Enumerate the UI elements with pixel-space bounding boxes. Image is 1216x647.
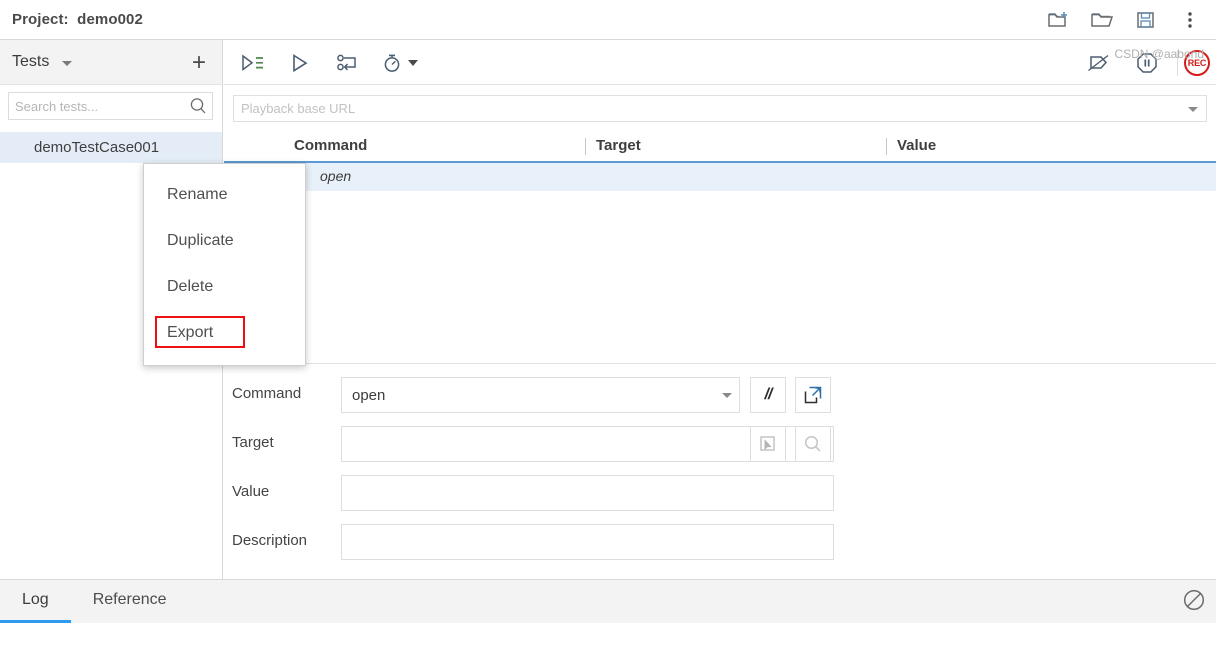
table-row[interactable]: open <box>224 163 1216 191</box>
playback-toolbar: REC <box>224 40 1216 85</box>
open-project-icon[interactable] <box>1080 0 1124 40</box>
label-target: Target <box>232 434 274 451</box>
column-header-target[interactable]: Target <box>596 137 641 154</box>
playback-base-url-input[interactable] <box>234 96 1174 121</box>
label-command: Command <box>232 385 302 402</box>
step-over-icon[interactable] <box>324 40 372 85</box>
column-header-value[interactable]: Value <box>897 137 936 154</box>
watermark: CSDN @aabond <box>1114 47 1204 61</box>
label-description: Description <box>232 532 308 549</box>
column-header-command[interactable]: Command <box>294 137 367 154</box>
more-options-icon[interactable] <box>1168 0 1212 40</box>
run-current-test-icon[interactable] <box>276 40 324 85</box>
title-bar: Project: demo002 <box>0 0 1216 40</box>
sidebar-header: Tests + <box>0 40 222 85</box>
bottom-panel: Log Reference <box>0 579 1216 647</box>
chevron-down-icon[interactable] <box>722 393 732 398</box>
test-context-menu: Rename Duplicate Delete Export <box>143 163 306 366</box>
page-title: Project: demo002 <box>12 11 143 28</box>
context-menu-item-delete[interactable]: Delete <box>144 264 305 310</box>
cell-command: open <box>320 168 352 184</box>
search-tests-container <box>8 92 213 120</box>
command-input[interactable] <box>341 377 740 413</box>
title-bar-actions <box>1036 0 1212 40</box>
select-target-button[interactable] <box>750 426 786 462</box>
save-project-icon[interactable] <box>1124 0 1168 40</box>
column-divider[interactable] <box>585 138 586 155</box>
run-all-tests-icon[interactable] <box>228 40 276 85</box>
context-menu-item-export[interactable]: Export <box>144 310 305 356</box>
command-table-header: Command Target Value <box>224 130 1216 163</box>
chevron-down-icon[interactable] <box>62 61 72 66</box>
command-table-body: open <box>224 163 1216 191</box>
open-command-docs-button[interactable] <box>795 377 831 413</box>
search-input[interactable] <box>9 93 187 119</box>
sidebar-title: Tests <box>12 53 50 70</box>
list-item[interactable]: demoTestCase001 <box>0 132 222 163</box>
bottom-tabs: Log Reference <box>0 580 189 623</box>
playback-base-url-container <box>233 95 1207 122</box>
command-detail-form: Command // Target <box>224 363 1216 579</box>
comment-slashes-icon: // <box>764 386 773 403</box>
context-menu-item-rename[interactable]: Rename <box>144 172 305 218</box>
tab-reference[interactable]: Reference <box>71 580 189 623</box>
log-output <box>0 623 1216 647</box>
new-project-icon[interactable] <box>1036 0 1080 40</box>
chevron-down-icon[interactable] <box>408 59 418 66</box>
add-test-button[interactable]: + <box>184 48 214 78</box>
context-menu-item-duplicate[interactable]: Duplicate <box>144 218 305 264</box>
tab-log[interactable]: Log <box>0 580 71 623</box>
chevron-down-icon[interactable] <box>1188 107 1198 112</box>
clear-log-icon[interactable] <box>1182 588 1206 617</box>
label-value: Value <box>232 483 270 500</box>
command-table: Command Target Value open <box>224 130 1216 363</box>
playback-speed-icon[interactable] <box>372 40 412 85</box>
value-input[interactable] <box>341 475 834 511</box>
column-divider[interactable] <box>886 138 887 155</box>
toolbar-left-group <box>228 40 418 85</box>
test-list: demoTestCase001 <box>0 132 222 163</box>
selenium-ide-window: Project: demo002 Tests + Search tests...… <box>0 0 1216 647</box>
description-input[interactable] <box>341 524 834 560</box>
find-target-button[interactable] <box>795 426 831 462</box>
toggle-comment-button[interactable]: // <box>750 377 786 413</box>
search-icon[interactable] <box>189 97 207 120</box>
